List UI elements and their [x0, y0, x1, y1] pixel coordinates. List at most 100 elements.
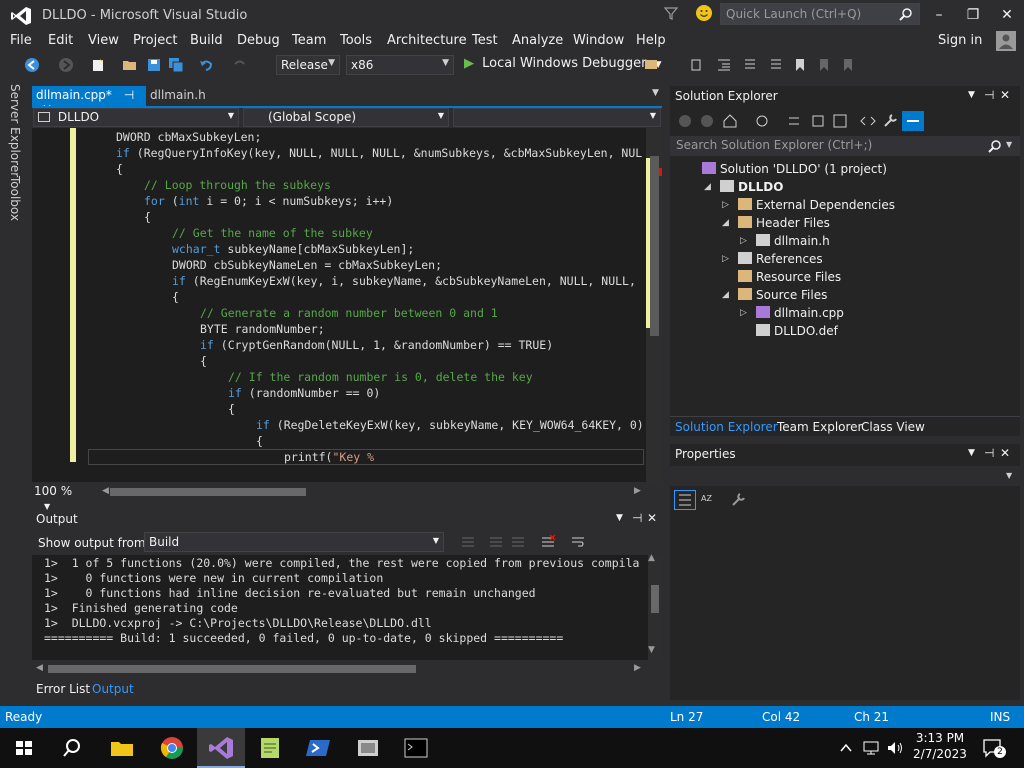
- scroll-left-icon[interactable]: ◀: [102, 486, 109, 496]
- pin-panel-icon[interactable]: ⊣: [984, 88, 994, 102]
- chevron-down-icon[interactable]: ▼: [1006, 140, 1012, 149]
- network-icon[interactable]: [862, 740, 880, 756]
- menu-build[interactable]: Build: [190, 33, 223, 48]
- collapsed-arrow-icon[interactable]: ▷: [740, 236, 747, 246]
- zoom-level-combo[interactable]: 100 % ▼: [32, 484, 92, 511]
- back-icon[interactable]: [678, 114, 692, 128]
- decrease-indent-icon[interactable]: [716, 57, 732, 73]
- file-explorer-icon[interactable]: [108, 734, 136, 762]
- menu-test[interactable]: Test: [472, 33, 498, 48]
- sync-with-active-document-icon[interactable]: [786, 113, 802, 129]
- chrome-icon[interactable]: [158, 734, 186, 762]
- member-scope-combo[interactable]: ▼: [453, 108, 661, 127]
- menu-edit[interactable]: Edit: [48, 33, 73, 48]
- output-source-combo[interactable]: Build ▼: [144, 532, 444, 552]
- quick-launch-input[interactable]: Quick Launch (Ctrl+Q): [720, 3, 920, 25]
- windows-start-icon[interactable]: [10, 734, 38, 762]
- editor-vertical-scrollbar[interactable]: [646, 128, 662, 482]
- tree-item[interactable]: ◢ DLLDO: [704, 180, 783, 198]
- pending-changes-filter-icon[interactable]: [754, 113, 770, 129]
- tree-item[interactable]: ▷ External Dependencies: [722, 198, 895, 216]
- toolbox-tab[interactable]: Toolbox: [8, 176, 22, 221]
- undo-icon[interactable]: [198, 57, 214, 73]
- solution-platform-combo[interactable]: x86 ▼: [346, 55, 454, 75]
- show-all-files-icon[interactable]: [860, 113, 876, 129]
- tree-item[interactable]: ▷ References: [722, 252, 823, 270]
- expanded-arrow-icon[interactable]: ◢: [704, 182, 711, 192]
- sign-in-link[interactable]: Sign in: [938, 33, 982, 48]
- powershell-icon[interactable]: [304, 734, 332, 762]
- tab-dllmain-cpp[interactable]: dllmain.cpp* ⊣ ✕: [32, 86, 146, 116]
- properties-wrench-icon[interactable]: [882, 113, 898, 129]
- scroll-down-icon[interactable]: ▼: [648, 645, 655, 655]
- go-next-message-icon[interactable]: [510, 534, 526, 550]
- menu-debug[interactable]: Debug: [237, 33, 280, 48]
- collapsed-arrow-icon[interactable]: ▷: [740, 308, 747, 318]
- command-prompt-icon[interactable]: [402, 734, 430, 762]
- tree-item[interactable]: ◢ Source Files: [722, 288, 827, 306]
- navigate-back-icon[interactable]: [24, 57, 40, 73]
- open-file-icon[interactable]: [122, 57, 138, 73]
- expanded-arrow-icon[interactable]: ◢: [722, 290, 729, 300]
- notepad-plus-plus-icon[interactable]: [256, 734, 284, 762]
- home-icon[interactable]: [722, 113, 738, 129]
- menu-help[interactable]: Help: [636, 33, 666, 48]
- collapsed-arrow-icon[interactable]: ▷: [722, 254, 729, 264]
- notification-filter-icon[interactable]: [663, 6, 679, 20]
- go-previous-message-icon[interactable]: [488, 534, 504, 550]
- menu-team[interactable]: Team: [292, 33, 326, 48]
- tab-error-list[interactable]: Error List: [36, 682, 90, 696]
- tab-dllmain-h[interactable]: dllmain.h: [150, 88, 206, 102]
- window-position-dropdown-icon[interactable]: ▼: [968, 90, 975, 100]
- collapse-all-icon[interactable]: [832, 113, 848, 129]
- scroll-up-icon[interactable]: ▲: [648, 553, 655, 563]
- pin-tab-icon[interactable]: ⊣: [124, 88, 134, 102]
- solution-configuration-combo[interactable]: Release ▼: [276, 55, 340, 75]
- tab-output[interactable]: Output: [92, 682, 134, 696]
- uncomment-icon[interactable]: [768, 57, 784, 73]
- scroll-right-icon[interactable]: ▶: [634, 486, 641, 496]
- tabs-dropdown-icon[interactable]: ▼: [652, 88, 659, 98]
- output-vertical-scrollbar[interactable]: ▲ ▼: [648, 553, 662, 660]
- pin-panel-icon[interactable]: ⊣: [632, 511, 642, 525]
- menu-project[interactable]: Project: [133, 33, 177, 48]
- maximize-button[interactable]: ❐: [958, 4, 988, 26]
- bookmark-prev-icon[interactable]: [690, 57, 706, 73]
- comment-out-icon[interactable]: [742, 57, 758, 73]
- pin-panel-icon[interactable]: ⊣: [984, 446, 994, 460]
- tree-item[interactable]: Resource Files: [738, 270, 841, 288]
- tree-item[interactable]: ▷ dllmain.h: [740, 234, 830, 252]
- tree-item[interactable]: ▷ dllmain.cpp: [740, 306, 844, 324]
- tab-team-explorer[interactable]: Team Explorer: [777, 420, 863, 434]
- close-panel-icon[interactable]: ✕: [1000, 446, 1010, 460]
- close-panel-icon[interactable]: ✕: [647, 511, 657, 525]
- navigate-forward-icon[interactable]: [58, 57, 74, 73]
- new-project-icon[interactable]: [90, 57, 106, 73]
- clear-all-icon[interactable]: [540, 534, 556, 550]
- window-position-dropdown-icon[interactable]: ▼: [968, 448, 975, 458]
- system-tool-icon[interactable]: [354, 734, 382, 762]
- refresh-icon[interactable]: [810, 113, 826, 129]
- tree-item[interactable]: Solution 'DLLDO' (1 project): [702, 162, 887, 180]
- menu-architecture[interactable]: Architecture: [387, 33, 467, 48]
- close-window-button[interactable]: ✕: [992, 4, 1022, 26]
- editor-horizontal-scroll-thumb[interactable]: [110, 488, 306, 496]
- search-icon[interactable]: [899, 7, 913, 21]
- save-icon[interactable]: [146, 57, 162, 73]
- menu-file[interactable]: File: [10, 33, 32, 48]
- bookmark-clear-icon[interactable]: [840, 57, 856, 73]
- tab-solution-explorer[interactable]: Solution Explorer: [675, 420, 778, 434]
- bookmark-next-icon[interactable]: [816, 57, 832, 73]
- output-scroll-thumb[interactable]: [651, 585, 659, 613]
- save-all-icon[interactable]: [168, 57, 184, 73]
- editor-scroll-thumb[interactable]: [650, 156, 659, 336]
- minimize-button[interactable]: –: [924, 4, 954, 26]
- scroll-left-icon[interactable]: ◀: [36, 663, 43, 673]
- action-center-button[interactable]: 2: [982, 738, 1006, 758]
- search-icon[interactable]: [58, 734, 86, 762]
- window-position-dropdown-icon[interactable]: ▼: [616, 513, 623, 523]
- alphabetical-sort-icon[interactable]: AZ: [700, 492, 716, 508]
- properties-object-combo[interactable]: ▼: [670, 466, 1020, 486]
- show-hidden-icons-chevron-icon[interactable]: [838, 740, 854, 756]
- menu-analyze[interactable]: Analyze: [512, 33, 563, 48]
